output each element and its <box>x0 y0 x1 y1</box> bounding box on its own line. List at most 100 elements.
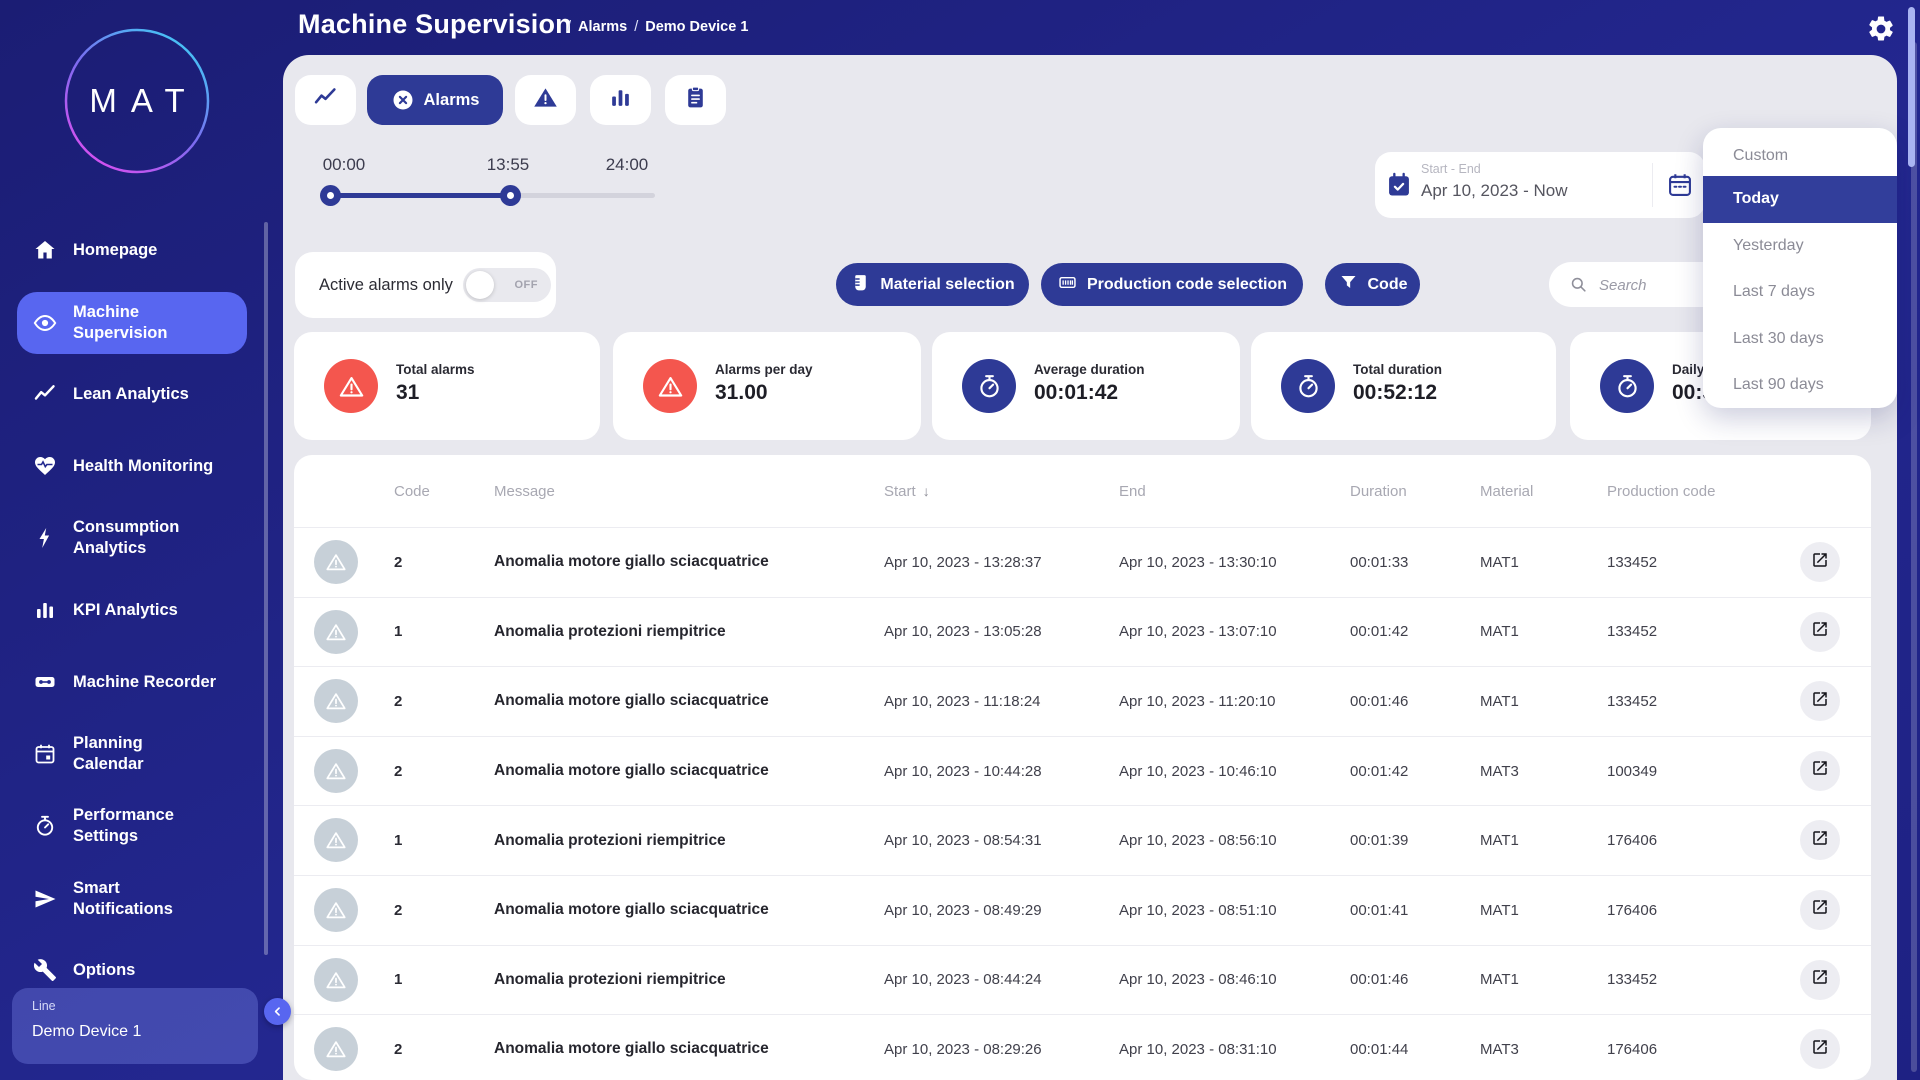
trend-icon <box>33 382 57 406</box>
cell-message: Anomalia protezioni riempitrice <box>494 946 726 1015</box>
sidebar-item-kpi-analytics[interactable]: KPI Analytics <box>17 588 247 632</box>
stopwatch-icon <box>1281 359 1335 413</box>
toggle-state-label: OFF <box>515 279 539 291</box>
tab-report[interactable] <box>665 75 726 125</box>
open-alarm-button[interactable] <box>1800 820 1840 860</box>
column-header-duration[interactable]: Duration <box>1350 455 1407 527</box>
tab-statistics[interactable] <box>590 75 651 125</box>
date-preset-menu: CustomTodayYesterdayLast 7 daysLast 30 d… <box>1703 128 1897 408</box>
column-header-material[interactable]: Material <box>1480 455 1533 527</box>
line-chart-icon <box>313 85 338 115</box>
table-row[interactable]: 1Anomalia protezioni riempitriceApr 10, … <box>294 946 1871 1016</box>
date-preset-option-today[interactable]: Today <box>1703 176 1897 223</box>
column-header-end[interactable]: End <box>1119 455 1146 527</box>
date-range-picker[interactable]: Start - End Apr 10, 2023 - Now <box>1375 152 1705 218</box>
table-row[interactable]: 2Anomalia motore giallo sciacquatriceApr… <box>294 1015 1871 1080</box>
open-alarm-button[interactable] <box>1800 542 1840 582</box>
code-filter-button[interactable]: Code <box>1325 263 1420 306</box>
date-preset-option-yesterday[interactable]: Yesterday <box>1703 223 1897 270</box>
active-alarms-toggle[interactable]: OFF <box>463 268 551 302</box>
device-type-label: Line <box>32 999 56 1013</box>
cell-end: Apr 10, 2023 - 10:46:10 <box>1119 737 1277 806</box>
sidebar-item-lean-analytics[interactable]: Lean Analytics <box>17 372 247 416</box>
cell-production-code: 133452 <box>1607 528 1657 597</box>
breadcrumb-item-demo-device-1[interactable]: Demo Device 1 <box>645 19 748 35</box>
date-preset-scrollbar[interactable] <box>1908 7 1915 167</box>
sidebar-item-performance-settings[interactable]: PerformanceSettings <box>17 795 247 857</box>
column-header-code[interactable]: Code <box>394 455 430 527</box>
device-card[interactable]: Line Demo Device 1 <box>12 988 258 1064</box>
time-slider-handle-end[interactable] <box>500 185 521 206</box>
warning-triangle-icon <box>533 85 558 115</box>
sidebar-item-consumption-analytics[interactable]: ConsumptionAnalytics <box>17 507 247 569</box>
sidebar-item-machine-supervision[interactable]: MachineSupervision <box>17 292 247 354</box>
funnel-icon <box>1338 272 1359 298</box>
table-row[interactable]: 1Anomalia protezioni riempitriceApr 10, … <box>294 598 1871 668</box>
sidebar-item-planning-calendar[interactable]: PlanningCalendar <box>17 723 247 785</box>
cell-start: Apr 10, 2023 - 08:29:26 <box>884 1015 1042 1080</box>
tab-warnings[interactable] <box>515 75 576 125</box>
cell-message: Anomalia motore giallo sciacquatrice <box>494 876 769 945</box>
time-slider-handle-start[interactable] <box>320 185 341 206</box>
cell-message: Anomalia motore giallo sciacquatrice <box>494 667 769 736</box>
toggle-knob <box>466 271 494 299</box>
open-alarm-button[interactable] <box>1800 612 1840 652</box>
cell-start: Apr 10, 2023 - 08:49:29 <box>884 876 1042 945</box>
stat-value: 00:52:12 <box>1353 381 1437 405</box>
sidebar-scrollbar[interactable] <box>264 222 268 955</box>
table-row[interactable]: 2Anomalia motore giallo sciacquatriceApr… <box>294 667 1871 737</box>
cell-start: Apr 10, 2023 - 08:54:31 <box>884 806 1042 875</box>
open-alarm-button[interactable] <box>1800 1029 1840 1069</box>
cell-duration: 00:01:44 <box>1350 1015 1408 1080</box>
breadcrumb-item-alarms[interactable]: Alarms <box>578 19 627 35</box>
tab-trend[interactable] <box>295 75 356 125</box>
settings-gear-icon[interactable] <box>1866 14 1896 44</box>
cell-material: MAT1 <box>1480 528 1519 597</box>
sidebar-item-machine-recorder[interactable]: Machine Recorder <box>17 660 247 704</box>
material-selection-button[interactable]: Material selection <box>836 263 1029 306</box>
sidebar-collapse-button[interactable] <box>264 998 291 1025</box>
date-preset-option-last-90-days[interactable]: Last 90 days <box>1703 362 1897 408</box>
table-row[interactable]: 2Anomalia motore giallo sciacquatriceApr… <box>294 876 1871 946</box>
date-preset-option-custom[interactable]: Custom <box>1703 136 1897 176</box>
cell-code: 1 <box>394 946 402 1015</box>
sidebar-item-homepage[interactable]: Homepage <box>17 228 247 272</box>
cell-end: Apr 10, 2023 - 13:07:10 <box>1119 598 1277 667</box>
breadcrumb-separator: / <box>567 19 571 35</box>
brand-logo-text: MAT <box>64 28 210 174</box>
date-preset-option-last-30-days[interactable]: Last 30 days <box>1703 316 1897 363</box>
open-in-new-icon <box>1811 968 1829 991</box>
page-scrollbar[interactable] <box>1911 42 1917 1072</box>
alarm-avatar <box>314 679 358 723</box>
cell-end: Apr 10, 2023 - 08:51:10 <box>1119 876 1277 945</box>
open-alarm-button[interactable] <box>1800 681 1840 721</box>
date-range-value: Apr 10, 2023 - Now <box>1421 181 1567 201</box>
time-slider-active-range <box>330 193 511 198</box>
open-alarm-button[interactable] <box>1800 751 1840 791</box>
production-code-selection-button[interactable]: Production code selection <box>1041 263 1303 306</box>
tab-alarms[interactable]: Alarms <box>367 75 503 125</box>
cell-production-code: 133452 <box>1607 598 1657 667</box>
date-preset-option-last-7-days[interactable]: Last 7 days <box>1703 269 1897 316</box>
calendar-outline-icon[interactable] <box>1666 171 1694 199</box>
column-header-production-code[interactable]: Production code <box>1607 455 1715 527</box>
calendar-icon <box>33 742 57 766</box>
column-header-message[interactable]: Message <box>494 455 555 527</box>
open-alarm-button[interactable] <box>1800 960 1840 1000</box>
open-in-new-icon <box>1811 759 1829 782</box>
sidebar-item-options[interactable]: Options <box>17 948 247 992</box>
table-row[interactable]: 2Anomalia motore giallo sciacquatriceApr… <box>294 528 1871 598</box>
stat-card-total-duration: Total duration00:52:12 <box>1251 332 1556 440</box>
cell-production-code: 176406 <box>1607 1015 1657 1080</box>
table-row[interactable]: 1Anomalia protezioni riempitriceApr 10, … <box>294 806 1871 876</box>
table-row[interactable]: 2Anomalia motore giallo sciacquatriceApr… <box>294 737 1871 807</box>
alarm-avatar <box>314 749 358 793</box>
calendar-check-icon[interactable] <box>1385 171 1413 199</box>
sidebar-item-health-monitoring[interactable]: Health Monitoring <box>17 444 247 488</box>
column-header-start[interactable]: Start↓ <box>884 455 930 527</box>
sidebar-item-smart-notifications[interactable]: SmartNotifications <box>17 868 247 930</box>
beaker-icon <box>850 272 871 298</box>
open-alarm-button[interactable] <box>1800 890 1840 930</box>
cell-material: MAT3 <box>1480 1015 1519 1080</box>
stat-label: Total alarms <box>396 362 475 377</box>
